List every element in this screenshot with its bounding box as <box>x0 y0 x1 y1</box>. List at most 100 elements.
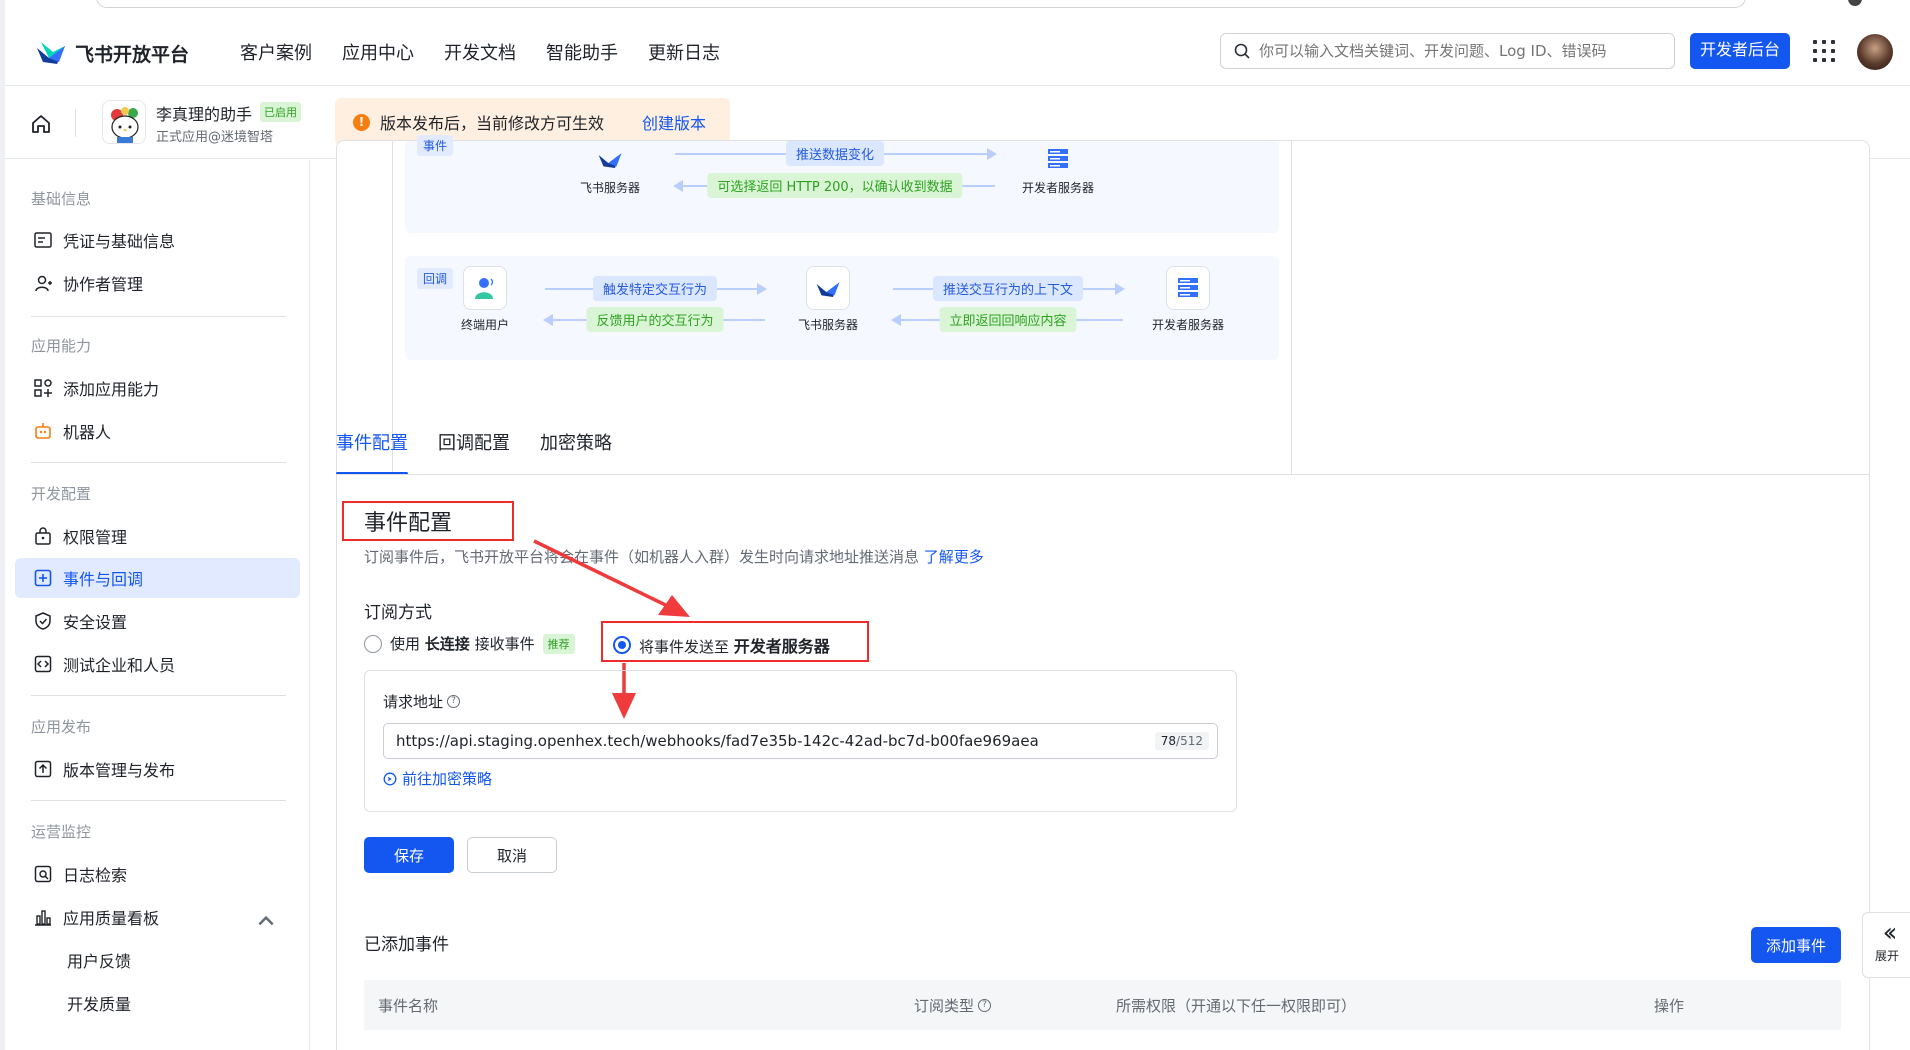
code-box-icon <box>34 655 52 673</box>
dev-server-node: 开发者服务器 <box>1003 145 1113 196</box>
dev-console-button[interactable]: 开发者后台 <box>1690 33 1790 69</box>
sidebar: 基础信息 凭证与基础信息 协作者管理 应用能力 添加应用能力 机器人 开发配置 … <box>5 160 310 1050</box>
sidebar-item-collaborators[interactable]: 协作者管理 <box>15 263 300 303</box>
learn-more-link[interactable]: 了解更多 <box>924 548 984 566</box>
user-avatar[interactable] <box>1857 34 1893 70</box>
char-counter: 78/512 <box>1154 732 1209 750</box>
status-badge: 已启用 <box>260 102 301 122</box>
sidebar-divider <box>31 462 286 463</box>
sidebar-item-label: 事件与回调 <box>63 570 144 589</box>
double-chevron-left-icon: ‹‹ <box>1882 918 1898 948</box>
event-tag: 事件 <box>417 135 454 156</box>
sidebar-item-events-callbacks[interactable]: 事件与回调 <box>15 558 300 598</box>
search-input[interactable] <box>1259 42 1659 60</box>
plus-circle-icon <box>383 772 397 785</box>
sidebar-item-label: 版本管理与发布 <box>63 761 176 780</box>
request-url-input[interactable] <box>396 732 1155 750</box>
encryption-link-text: 前往加密策略 <box>402 770 493 788</box>
tab-encryption[interactable]: 加密策略 <box>540 425 612 475</box>
arrow-label: 反馈用户的交互行为 <box>586 307 724 332</box>
arrow-label: 立即返回回响应内容 <box>939 307 1077 332</box>
browser-dot-icon <box>1848 0 1862 6</box>
sidebar-item-add-capability[interactable]: 添加应用能力 <box>15 368 300 408</box>
sidebar-item-label: 用户反馈 <box>67 952 132 971</box>
sidebar-item-label: 安全设置 <box>63 613 128 632</box>
sidebar-item-label: 权限管理 <box>63 528 128 547</box>
encryption-link[interactable]: 前往加密策略 <box>383 768 492 789</box>
sidebar-item-permissions[interactable]: 权限管理 <box>15 516 300 556</box>
events-table-header: 事件名称 订阅类型? 所需权限（开通以下任一权限即可） 操作 <box>364 980 1841 1030</box>
end-user-node: 终端用户 <box>430 266 540 333</box>
save-button[interactable]: 保存 <box>364 837 454 873</box>
warning-icon: ! <box>353 113 370 131</box>
sidebar-item-versions[interactable]: 版本管理与发布 <box>15 749 300 789</box>
feishu-server-node: 飞书服务器 <box>555 145 665 196</box>
node-label: 开发者服务器 <box>1021 181 1094 195</box>
col-subscribe-type: 订阅类型? <box>914 995 992 1016</box>
grid-add-icon <box>34 379 52 397</box>
opt2-bold: 开发者服务器 <box>733 637 830 656</box>
col-label: 订阅类型 <box>914 996 975 1015</box>
nav-dev-docs[interactable]: 开发文档 <box>444 22 516 86</box>
nav-smart-assistant[interactable]: 智能助手 <box>546 22 618 86</box>
create-version-link[interactable]: 创建版本 <box>642 110 706 134</box>
radio-label: 使用 长连接 接收事件 <box>390 633 535 654</box>
search-box[interactable] <box>1220 33 1675 69</box>
return-response-arrow: 立即返回回响应内容 <box>891 307 1123 332</box>
feishu-logo-icon <box>588 145 632 173</box>
help-icon[interactable]: ? <box>447 695 461 708</box>
user-icon <box>463 266 507 310</box>
expand-panel-button[interactable]: ‹‹ 展开 <box>1862 912 1910 978</box>
chevron-up-icon[interactable] <box>256 911 276 931</box>
home-icon[interactable] <box>30 113 52 135</box>
nav-customer-cases[interactable]: 客户案例 <box>240 22 312 86</box>
add-event-button[interactable]: 添加事件 <box>1751 927 1841 963</box>
arrow-label: 推送交互行为的上下文 <box>932 276 1084 301</box>
browser-top-strip <box>0 0 1910 10</box>
radio-circle[interactable] <box>364 634 382 653</box>
event-flow-row: 事件 飞书服务器 推送数据变化 可选择返回 HTTP 200，以确认收到数据 开… <box>405 135 1279 233</box>
feishu-logo-icon <box>806 266 850 310</box>
lock-bag-icon <box>35 527 51 545</box>
opt1-bold: 长连接 <box>424 635 470 653</box>
node-label: 开发者服务器 <box>1151 318 1224 332</box>
col-label: 所需权限（开通以下任一权限即可） <box>1116 996 1357 1015</box>
tab-event-config[interactable]: 事件配置 <box>336 425 408 475</box>
sidebar-item-label: 应用质量看板 <box>63 909 160 928</box>
sidebar-item-security[interactable]: 安全设置 <box>15 601 300 641</box>
notice-text: 版本发布后，当前修改方可生效 <box>380 114 605 133</box>
brand-name: 飞书开放平台 <box>75 43 190 66</box>
sidebar-item-credentials[interactable]: 凭证与基础信息 <box>15 220 300 260</box>
help-icon[interactable]: ? <box>978 998 992 1012</box>
sidebar-divider <box>31 316 286 317</box>
node-label: 飞书服务器 <box>797 318 858 332</box>
nav-app-center[interactable]: 应用中心 <box>342 22 414 86</box>
opt1-pre: 使用 <box>390 635 421 653</box>
trigger-arrow: 触发特定交互行为 <box>545 276 767 301</box>
expand-label: 展开 <box>1874 949 1899 963</box>
nav-changelog[interactable]: 更新日志 <box>648 22 720 86</box>
config-tabs: 事件配置 回调配置 加密策略 <box>336 425 612 475</box>
cancel-button[interactable]: 取消 <box>467 837 557 873</box>
sidebar-item-label: 添加应用能力 <box>63 380 160 399</box>
sidebar-item-bot[interactable]: 机器人 <box>15 411 300 451</box>
tab-callback-config[interactable]: 回调配置 <box>438 425 510 475</box>
request-url-field[interactable]: 78/512 <box>383 723 1218 759</box>
sidebar-item-user-feedback[interactable]: 用户反馈 <box>15 940 300 980</box>
sidebar-section-release: 应用发布 <box>31 718 92 736</box>
char-max: /512 <box>1176 734 1203 748</box>
col-label: 事件名称 <box>378 996 439 1015</box>
apps-grid-icon[interactable] <box>1813 40 1835 62</box>
sidebar-item-log-search[interactable]: 日志检索 <box>15 854 300 894</box>
brand-logo[interactable]: 飞书开放平台 <box>35 38 189 68</box>
robot-icon <box>35 423 51 439</box>
sidebar-item-test-tenants[interactable]: 测试企业和人员 <box>15 644 300 684</box>
event-config-title: 事件配置 <box>364 511 453 536</box>
id-card-icon <box>34 232 52 248</box>
user-plus-icon <box>35 275 52 292</box>
sidebar-item-dev-quality[interactable]: 开发质量 <box>15 983 300 1023</box>
node-label: 终端用户 <box>460 318 509 332</box>
col-permissions: 所需权限（开通以下任一权限即可） <box>1116 995 1356 1016</box>
added-events-title: 已添加事件 <box>364 935 449 955</box>
sidebar-item-quality-board[interactable]: 应用质量看板 <box>15 897 300 937</box>
